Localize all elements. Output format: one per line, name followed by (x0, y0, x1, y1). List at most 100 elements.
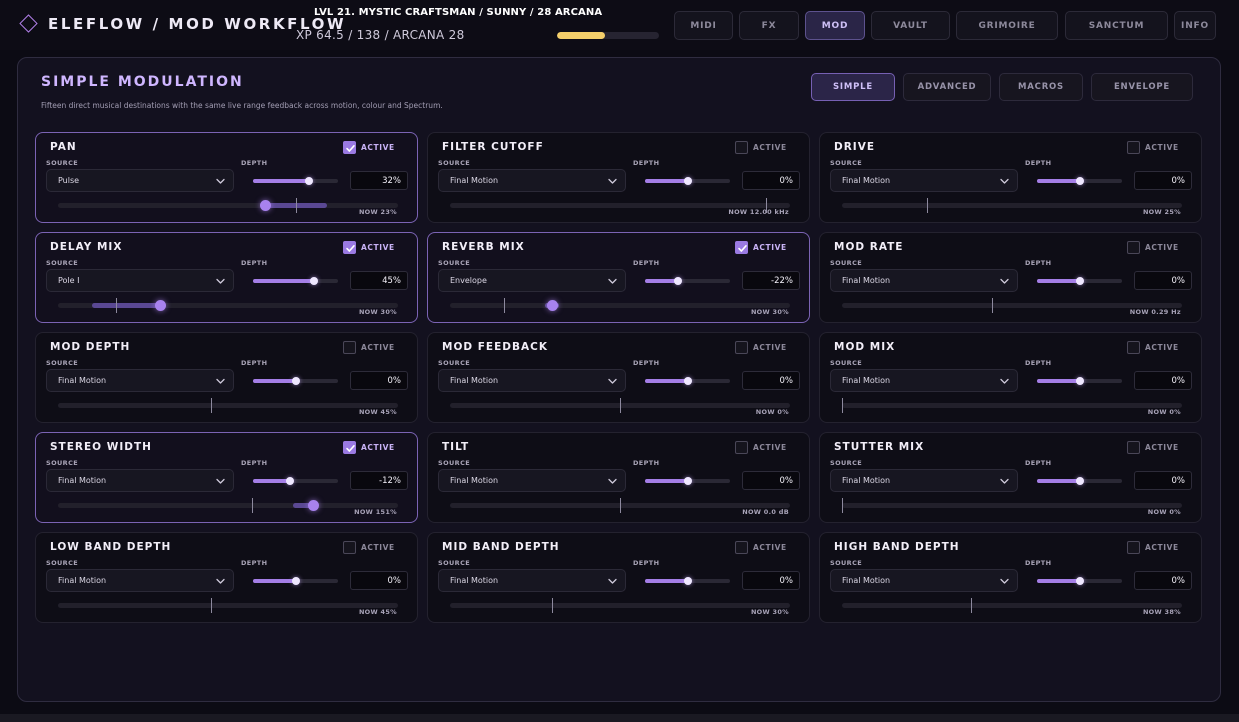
depth-slider[interactable] (645, 577, 730, 585)
source-select[interactable]: Final Motion (438, 369, 626, 392)
depth-slider[interactable] (1037, 177, 1122, 185)
active-checkbox[interactable] (343, 141, 356, 154)
active-checkbox[interactable] (1127, 241, 1140, 254)
nav-tab-midi[interactable]: MIDI (674, 11, 733, 40)
depth-slider[interactable] (645, 377, 730, 385)
depth-slider-thumb[interactable] (683, 577, 692, 585)
depth-value-input[interactable]: 0% (742, 471, 800, 490)
card-title: MOD FEEDBACK (442, 341, 548, 353)
depth-slider-thumb[interactable] (1075, 577, 1084, 585)
active-checkbox[interactable] (1127, 341, 1140, 354)
depth-slider-thumb[interactable] (310, 277, 319, 285)
depth-slider[interactable] (645, 277, 730, 285)
depth-value-input[interactable]: 0% (742, 171, 800, 190)
depth-value-input[interactable]: 0% (1134, 571, 1192, 590)
depth-label: DEPTH (1025, 459, 1052, 467)
source-value: Final Motion (842, 276, 891, 285)
depth-value-input[interactable]: 0% (1134, 371, 1192, 390)
depth-slider-thumb[interactable] (286, 477, 295, 485)
depth-slider[interactable] (253, 477, 338, 485)
source-select[interactable]: Final Motion (46, 469, 234, 492)
source-select[interactable]: Final Motion (830, 369, 1018, 392)
source-select[interactable]: Final Motion (830, 269, 1018, 292)
depth-slider[interactable] (253, 177, 338, 185)
depth-value-input[interactable]: 0% (350, 371, 408, 390)
depth-value-input[interactable]: 0% (1134, 271, 1192, 290)
nav-tab-grimoire[interactable]: GRIMOIRE (956, 11, 1058, 40)
source-select[interactable]: Final Motion (438, 169, 626, 192)
depth-slider-fill (1037, 379, 1080, 383)
depth-slider-thumb[interactable] (683, 177, 692, 185)
nav-tab-sanctum[interactable]: SANCTUM (1065, 11, 1168, 40)
depth-value-input[interactable]: -12% (350, 471, 408, 490)
range-now-thumb (154, 300, 166, 311)
nav-tab-fx[interactable]: FX (739, 11, 799, 40)
active-checkbox[interactable] (735, 541, 748, 554)
active-checkbox[interactable] (343, 241, 356, 254)
source-select[interactable]: Final Motion (46, 369, 234, 392)
bottom-strip (0, 714, 1239, 722)
depth-slider[interactable] (645, 177, 730, 185)
active-checkbox[interactable] (343, 541, 356, 554)
depth-slider[interactable] (253, 577, 338, 585)
depth-value-input[interactable]: 0% (350, 571, 408, 590)
card-title: FILTER CUTOFF (442, 141, 544, 153)
mode-tab-envelope[interactable]: ENVELOPE (1091, 73, 1193, 101)
depth-label: DEPTH (633, 559, 660, 567)
depth-slider-thumb[interactable] (291, 377, 300, 385)
active-checkbox[interactable] (343, 441, 356, 454)
depth-slider-thumb[interactable] (1075, 377, 1084, 385)
depth-value-input[interactable]: 0% (742, 371, 800, 390)
source-select[interactable]: Final Motion (830, 469, 1018, 492)
depth-slider[interactable] (1037, 277, 1122, 285)
nav-tab-vault[interactable]: VAULT (871, 11, 950, 40)
source-label: SOURCE (438, 159, 471, 167)
depth-slider[interactable] (1037, 577, 1122, 585)
depth-slider-thumb[interactable] (1075, 277, 1084, 285)
nav-tab-mod[interactable]: MOD (805, 11, 865, 40)
depth-value-input[interactable]: 45% (350, 271, 408, 290)
range-base-marker (211, 598, 212, 613)
depth-value-input[interactable]: 32% (350, 171, 408, 190)
depth-slider-thumb[interactable] (683, 377, 692, 385)
source-select[interactable]: Final Motion (830, 569, 1018, 592)
source-select[interactable]: Envelope (438, 269, 626, 292)
depth-slider[interactable] (1037, 377, 1122, 385)
depth-slider-thumb[interactable] (291, 577, 300, 585)
mode-tab-macros[interactable]: MACROS (999, 73, 1083, 101)
depth-slider-thumb[interactable] (674, 277, 683, 285)
depth-slider-fill (253, 179, 310, 183)
depth-slider[interactable] (645, 477, 730, 485)
active-checkbox[interactable] (735, 441, 748, 454)
depth-slider[interactable] (253, 277, 338, 285)
source-select[interactable]: Pole I (46, 269, 234, 292)
depth-value-input[interactable]: 0% (1134, 171, 1192, 190)
depth-slider[interactable] (253, 377, 338, 385)
mode-tab-advanced[interactable]: ADVANCED (903, 73, 991, 101)
depth-value-input[interactable]: 0% (1134, 471, 1192, 490)
depth-label: DEPTH (241, 159, 268, 167)
nav-tab-info[interactable]: INFO (1174, 11, 1216, 40)
source-select[interactable]: Final Motion (46, 569, 234, 592)
active-checkbox[interactable] (735, 141, 748, 154)
active-checkbox[interactable] (735, 241, 748, 254)
source-select[interactable]: Final Motion (830, 169, 1018, 192)
depth-slider-thumb[interactable] (1075, 477, 1084, 485)
active-checkbox[interactable] (1127, 141, 1140, 154)
depth-value-input[interactable]: 0% (742, 571, 800, 590)
source-select[interactable]: Final Motion (438, 469, 626, 492)
active-checkbox[interactable] (1127, 441, 1140, 454)
depth-slider[interactable] (1037, 477, 1122, 485)
active-checkbox[interactable] (1127, 541, 1140, 554)
mode-tab-simple[interactable]: SIMPLE (811, 73, 895, 101)
depth-slider-thumb[interactable] (683, 477, 692, 485)
depth-value-input[interactable]: -22% (742, 271, 800, 290)
active-checkbox[interactable] (735, 341, 748, 354)
source-label: SOURCE (438, 259, 471, 267)
depth-slider-thumb[interactable] (305, 177, 314, 185)
active-checkbox[interactable] (343, 341, 356, 354)
source-select[interactable]: Final Motion (438, 569, 626, 592)
source-select[interactable]: Pulse (46, 169, 234, 192)
depth-slider-fill (1037, 479, 1080, 483)
depth-slider-thumb[interactable] (1075, 177, 1084, 185)
